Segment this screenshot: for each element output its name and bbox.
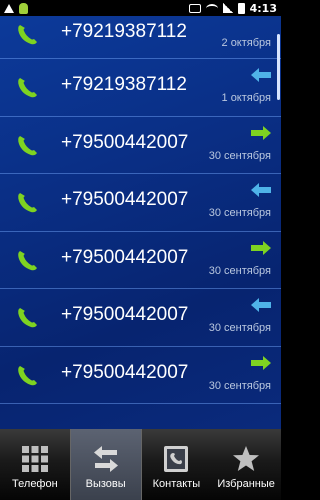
call-phone-icon[interactable] — [15, 248, 39, 272]
call-phone-icon[interactable] — [15, 363, 39, 387]
call-number: +79500442007 — [61, 246, 189, 268]
call-date: 2 октября — [221, 37, 271, 49]
call-log-row[interactable]: +79500442007 30 сентября — [0, 174, 281, 232]
usb-icon — [188, 3, 201, 13]
tab-bar: Телефон Вызовы Контакты Избранные — [0, 429, 281, 500]
call-date: 1 октября — [221, 92, 271, 104]
tab-contacts-label: Контакты — [152, 478, 201, 490]
swap-arrows-icon — [93, 446, 118, 472]
call-number: +79500442007 — [61, 304, 189, 325]
wifi-icon — [205, 3, 218, 13]
call-log-row[interactable]: +79219387112 1 октября — [0, 59, 281, 117]
tab-phone[interactable]: Телефон — [0, 429, 70, 500]
tab-favorites-label: Избранные — [217, 478, 275, 490]
call-phone-icon[interactable] — [15, 305, 39, 329]
tab-calls[interactable]: Вызовы — [69, 429, 142, 500]
status-bar: 4:13 — [0, 0, 281, 16]
outgoing-arrow-icon — [251, 240, 271, 255]
incoming-arrow-icon — [251, 68, 271, 82]
call-phone-icon[interactable] — [15, 22, 39, 46]
scrollbar[interactable] — [277, 34, 280, 100]
call-log-row[interactable]: +79500442007 30 сентября — [0, 117, 281, 174]
battery-icon — [237, 2, 245, 14]
status-right: 4:13 — [188, 1, 277, 15]
call-number: +79500442007 — [61, 189, 189, 210]
contacts-book-icon — [164, 446, 189, 472]
call-number: +79219387112 — [61, 74, 187, 95]
tab-contacts[interactable]: Контакты — [142, 429, 212, 500]
android-icon — [19, 2, 28, 14]
warning-icon — [4, 3, 14, 13]
tab-favorites[interactable]: Избранные — [211, 429, 281, 500]
call-log-row[interactable]: +79500442007 30 сентября — [0, 232, 281, 289]
call-date: 30 сентября — [208, 379, 271, 392]
call-log-row[interactable]: +79500442007 30 сентября — [0, 347, 281, 404]
tab-phone-label: Телефон — [12, 478, 58, 490]
outgoing-arrow-icon — [251, 355, 271, 370]
status-left — [4, 2, 28, 14]
outgoing-arrow-icon — [251, 125, 271, 140]
tab-calls-label: Вызовы — [85, 478, 126, 490]
call-date: 30 сентября — [208, 207, 271, 219]
call-date: 30 сентября — [208, 264, 271, 277]
call-log-list[interactable]: +79219387112 2 октября +79219387112 1 октяб… — [0, 16, 281, 429]
status-time: 4:13 — [249, 1, 277, 15]
call-phone-icon[interactable] — [15, 133, 39, 157]
call-date: 30 сентября — [208, 149, 271, 162]
incoming-arrow-icon — [251, 183, 271, 197]
star-icon — [233, 446, 260, 471]
call-number: +79500442007 — [61, 361, 189, 383]
call-phone-icon[interactable] — [15, 190, 39, 214]
call-number: +79219387112 — [61, 21, 187, 42]
call-phone-icon[interactable] — [15, 75, 39, 99]
call-log-row[interactable]: +79500442007 30 сентября — [0, 289, 281, 347]
signal-icon — [222, 3, 233, 13]
incoming-arrow-icon — [251, 298, 271, 312]
call-number: +79500442007 — [61, 131, 189, 153]
call-log-row[interactable]: +79219387112 2 октября — [0, 16, 281, 59]
dialpad-icon — [21, 446, 48, 472]
call-date: 30 сентября — [208, 322, 271, 334]
